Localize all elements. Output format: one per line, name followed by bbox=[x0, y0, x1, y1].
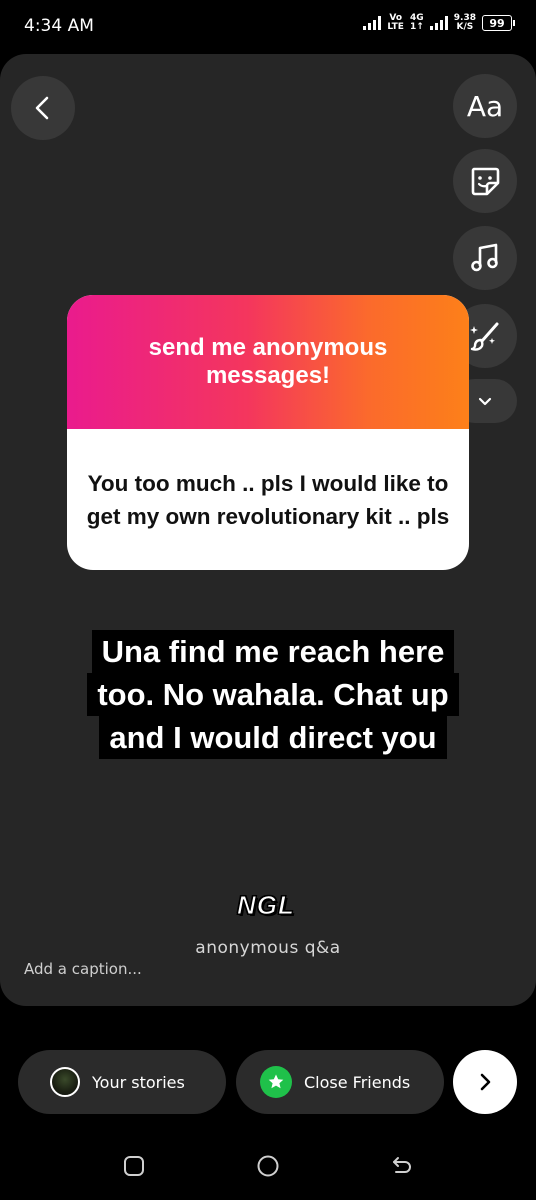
recent-apps-button[interactable] bbox=[120, 1152, 148, 1180]
share-bar: Your stories Close Friends bbox=[0, 1006, 536, 1130]
close-friends-label: Close Friends bbox=[304, 1072, 411, 1092]
ngl-card-message: You too much .. pls I would like to get … bbox=[86, 470, 450, 529]
your-stories-label: Your stories bbox=[92, 1072, 185, 1092]
chevron-down-icon bbox=[478, 397, 492, 406]
text-tool-label: Aa bbox=[466, 89, 504, 123]
chevron-left-icon bbox=[35, 96, 49, 120]
ngl-card-header: send me anonymous messages! bbox=[67, 295, 469, 429]
ngl-subtitle: anonymous q&a bbox=[195, 938, 341, 958]
overlay-line: Una find me reach here bbox=[91, 630, 455, 673]
home-button[interactable] bbox=[254, 1152, 282, 1180]
square-icon bbox=[124, 1156, 144, 1176]
star-icon bbox=[260, 1066, 292, 1098]
ngl-card-prompt: send me anonymous messages! bbox=[148, 334, 388, 389]
music-tool-button[interactable] bbox=[453, 226, 517, 290]
overlay-line: too. No wahala. Chat up bbox=[87, 673, 459, 716]
draw-icon bbox=[470, 322, 499, 351]
ngl-logo: NGL bbox=[237, 890, 295, 921]
story-text-overlay[interactable]: Una find me reach here too. No wahala. C… bbox=[56, 630, 490, 759]
volte-indicator: Vo LTE bbox=[387, 13, 404, 32]
overlay-line: and I would direct you bbox=[99, 716, 447, 759]
system-nav-bar bbox=[0, 1130, 536, 1200]
back-nav-button[interactable] bbox=[388, 1152, 416, 1180]
ngl-question-card[interactable]: send me anonymous messages! You too much… bbox=[67, 295, 469, 570]
your-stories-button[interactable]: Your stories bbox=[18, 1050, 226, 1114]
circle-icon bbox=[257, 1155, 279, 1177]
sticker-tool-button[interactable] bbox=[453, 149, 517, 213]
status-bar: 4:34 AM Vo LTE 4G 1↑ 9.38 K/S 99 bbox=[0, 0, 536, 54]
network-speed: 9.38 K/S bbox=[453, 13, 476, 32]
avatar bbox=[50, 1067, 80, 1097]
network-indicator: 4G 1↑ bbox=[409, 13, 424, 32]
battery-level: 99 bbox=[489, 16, 505, 30]
back-arrow-icon bbox=[393, 1157, 411, 1173]
ngl-card-body: You too much .. pls I would like to get … bbox=[67, 429, 469, 570]
chevron-right-icon bbox=[480, 1073, 491, 1091]
signal-icon bbox=[363, 16, 382, 30]
close-friends-button[interactable]: Close Friends bbox=[236, 1050, 444, 1114]
next-button[interactable] bbox=[453, 1050, 517, 1114]
signal-icon-2 bbox=[429, 16, 448, 30]
text-tool-button[interactable]: Aa bbox=[453, 74, 517, 138]
music-icon bbox=[471, 243, 498, 272]
sticker-icon bbox=[471, 167, 500, 196]
status-time: 4:34 AM bbox=[24, 16, 94, 36]
back-button[interactable] bbox=[11, 76, 75, 140]
caption-input[interactable]: Add a caption... bbox=[24, 960, 142, 978]
story-editor: Aa send me anonymous messages! You too m… bbox=[0, 54, 536, 1006]
status-icons: Vo LTE 4G 1↑ 9.38 K/S 99 bbox=[363, 13, 515, 32]
battery-icon: 99 bbox=[482, 15, 515, 31]
